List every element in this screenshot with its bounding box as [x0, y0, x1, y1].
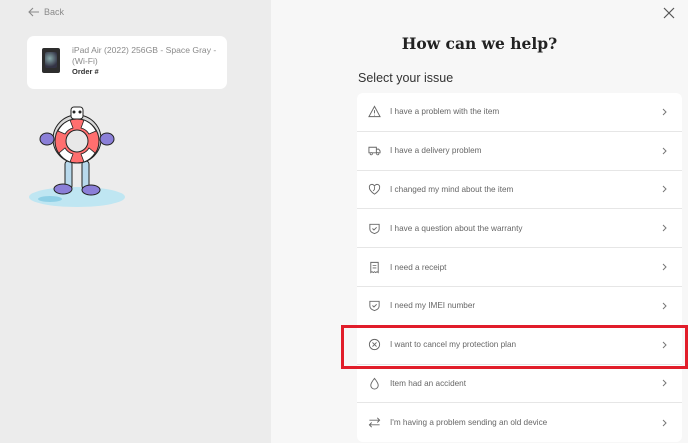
receipt-icon — [369, 261, 379, 274]
order-number-label: Order # — [72, 67, 99, 76]
shield-icon — [368, 301, 380, 312]
chevron-right-icon — [662, 224, 667, 232]
chevron-right-icon — [662, 419, 667, 427]
chevron-right-icon — [662, 380, 667, 387]
swap-arrows-icon — [368, 417, 380, 428]
page-title: How can we help? — [401, 34, 558, 53]
chevron-right-icon — [662, 302, 667, 310]
chevron-right-icon — [662, 186, 667, 193]
chevron-right-icon — [662, 147, 667, 155]
issue-label: I want to cancel my protection plan — [390, 340, 517, 350]
back-label: Back — [44, 7, 65, 17]
issue-item-delivery-problem[interactable]: I have a delivery problem — [357, 132, 682, 171]
issue-label: I'm having a problem sending an old devi… — [390, 418, 548, 428]
issue-label: I need my IMEI number — [390, 301, 476, 311]
section-subtitle: Select your issue — [358, 71, 454, 85]
chevron-right-icon — [662, 341, 667, 349]
chevron-right-icon — [662, 108, 667, 116]
issue-item-need-imei[interactable]: I need my IMEI number — [357, 287, 682, 326]
issue-label: I need a receipt — [390, 262, 447, 272]
issue-item-sending-old-device[interactable]: I'm having a problem sending an old devi… — [357, 403, 682, 442]
issue-label: I have a question about the warranty — [390, 223, 523, 233]
issue-item-changed-mind[interactable]: I changed my mind about the item — [357, 171, 682, 210]
warning-triangle-icon — [367, 105, 381, 118]
issue-item-problem-with-item[interactable]: I have a problem with the item — [357, 93, 682, 132]
cancel-circle-icon — [368, 339, 380, 351]
issue-item-cancel-protection-plan[interactable]: I want to cancel my protection plan — [357, 326, 682, 365]
arrow-left-icon — [28, 7, 39, 17]
product-card: iPad Air (2022) 256GB - Space Gray - (Wi… — [27, 36, 227, 89]
back-link[interactable]: Back — [28, 7, 64, 17]
issue-item-need-receipt[interactable]: I need a receipt — [357, 248, 682, 287]
issue-list: I have a problem with the item I have a … — [357, 93, 682, 443]
product-name: iPad Air (2022) 256GB - Space Gray - (Wi… — [72, 45, 217, 66]
issue-label: I have a problem with the item — [390, 107, 500, 117]
shield-icon — [368, 223, 380, 234]
issue-item-warranty-question[interactable]: I have a question about the warranty — [357, 209, 682, 249]
mascot-illustration — [29, 106, 125, 207]
issue-label: I changed my mind about the item — [390, 184, 514, 194]
product-thumbnail — [42, 48, 60, 73]
droplet-icon — [369, 377, 379, 390]
close-icon[interactable] — [662, 6, 676, 20]
truck-icon — [367, 146, 381, 156]
chevron-right-icon — [662, 263, 667, 271]
issue-item-accident[interactable]: Item had an accident — [357, 365, 682, 404]
left-panel: Back iPad Air (2022) 256GB - Space Gray … — [0, 0, 271, 443]
help-panel: How can we help? Select your issue I hav… — [271, 0, 688, 443]
issue-label: I have a delivery problem — [390, 146, 482, 156]
issue-label: Item had an accident — [390, 378, 467, 388]
heart-icon — [368, 183, 380, 195]
